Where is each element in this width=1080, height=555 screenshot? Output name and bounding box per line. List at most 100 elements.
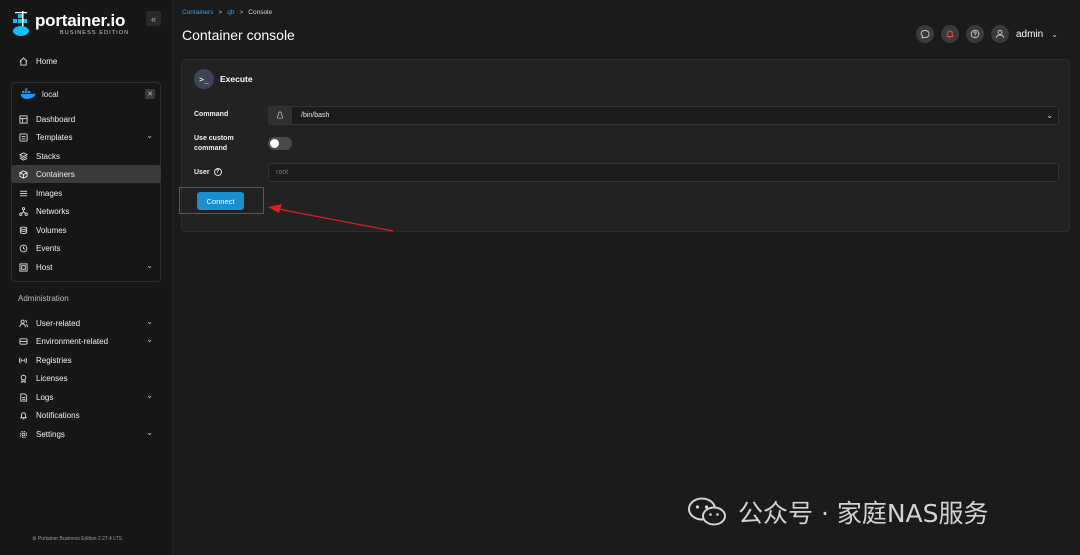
sidebar-item-label: Events: [36, 243, 61, 253]
chevron-down-icon: ⌄: [146, 335, 153, 344]
breadcrumb-container[interactable]: qb: [227, 9, 234, 16]
licenses-icon: [18, 373, 28, 383]
breadcrumb-containers[interactable]: Containers: [182, 9, 213, 16]
gear-icon: [18, 429, 28, 439]
command-label: Command: [194, 111, 229, 118]
collapse-sidebar-button[interactable]: «: [146, 11, 161, 26]
linux-icon: [269, 107, 292, 124]
administration-heading: Administration: [18, 294, 69, 303]
version-footer: ⚙ Portainer Business Edition 2.27.4 LTS: [32, 536, 122, 542]
chevron-down-icon: ⌄: [146, 391, 153, 400]
stacks-icon: [18, 151, 28, 161]
environment-header: local: [20, 88, 58, 100]
wechat-watermark: 公众号 · 家庭NAS服务: [686, 494, 989, 530]
user-input[interactable]: [268, 163, 1059, 182]
breadcrumb: Containers > qb > Console: [182, 9, 272, 16]
sidebar: portainer.io BUSINESS EDITION « Home loc…: [0, 0, 173, 555]
feedback-button[interactable]: [916, 25, 934, 43]
environment-icon: [18, 336, 28, 346]
toggle-knob: [270, 139, 279, 148]
dashboard-icon: [18, 114, 28, 124]
breadcrumb-current: Console: [248, 9, 273, 16]
sidebar-item-templates[interactable]: Templates ⌄: [11, 128, 161, 146]
sidebar-item-home[interactable]: Home: [11, 52, 161, 70]
close-icon: ✕: [147, 91, 153, 98]
environment-name: local: [42, 89, 59, 99]
page-title: Container console: [182, 27, 295, 43]
sidebar-item-label: Dashboard: [36, 114, 76, 124]
sidebar-item-events[interactable]: Events: [11, 239, 161, 257]
home-icon: [18, 56, 28, 66]
sidebar-item-volumes[interactable]: Volumes: [11, 221, 161, 239]
sidebar-item-user-related[interactable]: User-related ⌄: [11, 314, 161, 332]
command-select[interactable]: /bin/bash ⌄: [268, 106, 1059, 125]
help-circle-icon[interactable]: ?: [213, 168, 222, 177]
docker-icon: [20, 88, 36, 99]
sidebar-item-label: Host: [36, 262, 53, 272]
bell-icon: [18, 410, 28, 420]
sidebar-item-containers[interactable]: Containers: [11, 165, 161, 183]
portainer-logo[interactable]: portainer.io BUSINESS EDITION: [11, 10, 141, 40]
sidebar-item-images[interactable]: Images: [11, 184, 161, 202]
host-icon: [18, 262, 28, 272]
watermark-text: 公众号 · 家庭NAS服务: [738, 499, 989, 528]
help-button[interactable]: [966, 25, 984, 43]
sidebar-item-dashboard[interactable]: Dashboard: [11, 110, 161, 128]
sidebar-item-label: Images: [36, 188, 63, 198]
header-actions: admin ⌄: [916, 25, 1058, 43]
brand-name: portainer.io: [35, 11, 126, 30]
brand-edition: BUSINESS EDITION: [60, 30, 130, 36]
containers-icon: [18, 169, 28, 179]
command-value: /bin/bash: [301, 112, 330, 119]
sidebar-item-label: Home: [36, 56, 58, 66]
red-arrow-annotation: [268, 204, 394, 232]
custom-command-label: Use custom command: [194, 135, 234, 152]
notifications-button[interactable]: [941, 25, 959, 43]
user-menu[interactable]: admin ⌄: [1016, 29, 1058, 40]
username: admin: [1016, 28, 1044, 40]
sidebar-item-label: Logs: [36, 392, 54, 402]
close-environment-button[interactable]: ✕: [145, 89, 155, 99]
breadcrumb-separator: >: [218, 9, 223, 16]
registries-icon: [18, 355, 28, 365]
sidebar-item-settings[interactable]: Settings ⌄: [11, 425, 161, 443]
user-avatar[interactable]: [991, 25, 1009, 43]
sidebar-item-label: Networks: [36, 206, 70, 216]
sidebar-item-logs[interactable]: Logs ⌄: [11, 388, 161, 406]
templates-icon: [18, 132, 28, 142]
user-label-group: User ?: [194, 168, 222, 178]
chevron-down-icon: ⌄: [146, 317, 153, 326]
sidebar-item-label: Containers: [36, 169, 75, 179]
double-chevron-left-icon: «: [150, 13, 156, 24]
panel-title: Execute: [220, 74, 253, 84]
images-icon: [18, 188, 28, 198]
sidebar-item-networks[interactable]: Networks: [11, 202, 161, 220]
sidebar-item-host[interactable]: Host ⌄: [11, 258, 161, 276]
user-icon: [996, 30, 1004, 39]
sidebar-item-label: Templates: [36, 132, 73, 142]
sidebar-item-environment-related[interactable]: Environment-related ⌄: [11, 332, 161, 350]
chat-icon: [920, 30, 930, 39]
sidebar-item-stacks[interactable]: Stacks: [11, 147, 161, 165]
events-icon: [18, 243, 28, 253]
sidebar-item-registries[interactable]: Registries: [11, 351, 161, 369]
sidebar-item-label: Stacks: [36, 151, 61, 161]
sidebar-item-label: Settings: [36, 429, 65, 439]
sidebar-item-notifications[interactable]: Notifications: [11, 406, 161, 424]
custom-command-toggle[interactable]: [268, 137, 292, 150]
sidebar-item-label: Volumes: [36, 225, 67, 235]
terminal-icon: >_: [194, 69, 214, 89]
help-icon: [970, 29, 980, 39]
users-icon: [18, 318, 28, 328]
wechat-icon: [688, 497, 726, 526]
sidebar-item-label: Environment-related: [36, 336, 109, 346]
chevron-down-icon: ⌄: [1051, 29, 1058, 39]
chevron-down-icon: ⌄: [1046, 111, 1053, 120]
chevron-down-icon: ⌄: [146, 131, 153, 140]
networks-icon: [18, 206, 28, 216]
version-text: Portainer Business Edition 2.27.4 LTS: [37, 536, 122, 542]
sidebar-item-licenses[interactable]: Licenses: [11, 369, 161, 387]
bell-icon: [946, 30, 954, 39]
user-label: User: [194, 169, 210, 176]
breadcrumb-separator: >: [239, 9, 244, 16]
